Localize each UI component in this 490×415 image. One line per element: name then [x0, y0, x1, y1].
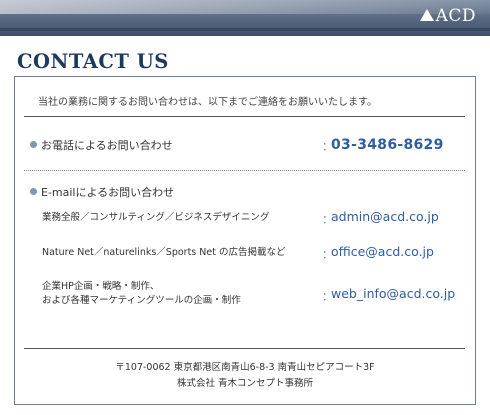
email-link-office[interactable]: office@acd.co.jp — [331, 244, 434, 259]
header-bar: ACD — [0, 0, 490, 36]
phone-number[interactable]: 03-3486-8629 — [331, 137, 444, 153]
footer-company: 株式会社 青木コンセプト事務所 — [176, 378, 314, 389]
phone-heading-label: お電話によるお問い合わせ — [41, 139, 173, 152]
logo-text: ACD — [435, 6, 476, 26]
email-label-general: 業務全般／コンサルティング／ビジネスデザイニング — [42, 211, 269, 225]
email-link-admin[interactable]: admin@acd.co.jp — [331, 209, 439, 224]
phone-heading: お電話によるお問い合わせ — [30, 137, 173, 153]
header-shine — [0, 0, 490, 14]
email-label-line: 企業HP企画・戦略・制作、 — [42, 281, 160, 292]
email-label-line: および各種マーケティングツールの企画・制作 — [42, 295, 241, 306]
divider-bottom — [24, 348, 465, 349]
email-label-web: 企業HP企画・戦略・制作、 および各種マーケティングツールの企画・制作 — [42, 280, 241, 308]
footer-address: 〒107-0062 東京都港区南青山6-8-3 南青山セピアコート3F — [115, 362, 375, 373]
intro-text: 当社の業務に関するお問い合わせは、以下までご連絡をお願いいたします。 — [38, 97, 377, 108]
triangle-logo-icon — [419, 9, 434, 21]
email-link-web-info[interactable]: web_info@acd.co.jp — [331, 286, 455, 301]
email-label-line: Nature Net／naturelinks／Sports Net の広告掲載な… — [42, 247, 286, 258]
page-title: CONTACT US — [17, 50, 169, 73]
bullet-icon — [30, 141, 37, 148]
email-heading: E-mailによるお問い合わせ — [30, 184, 174, 200]
email-label-advertising: Nature Net／naturelinks／Sports Net の広告掲載な… — [42, 246, 285, 260]
divider-top — [24, 116, 465, 117]
email-label-line: 業務全般／コンサルティング／ビジネスデザイニング — [42, 212, 270, 223]
header-stripe — [0, 28, 490, 31]
contact-panel — [14, 76, 476, 405]
bullet-icon — [30, 188, 37, 195]
acd-logo[interactable]: ACD — [419, 6, 476, 26]
divider-dotted — [24, 170, 465, 171]
email-heading-label: E-mailによるお問い合わせ — [41, 186, 175, 199]
